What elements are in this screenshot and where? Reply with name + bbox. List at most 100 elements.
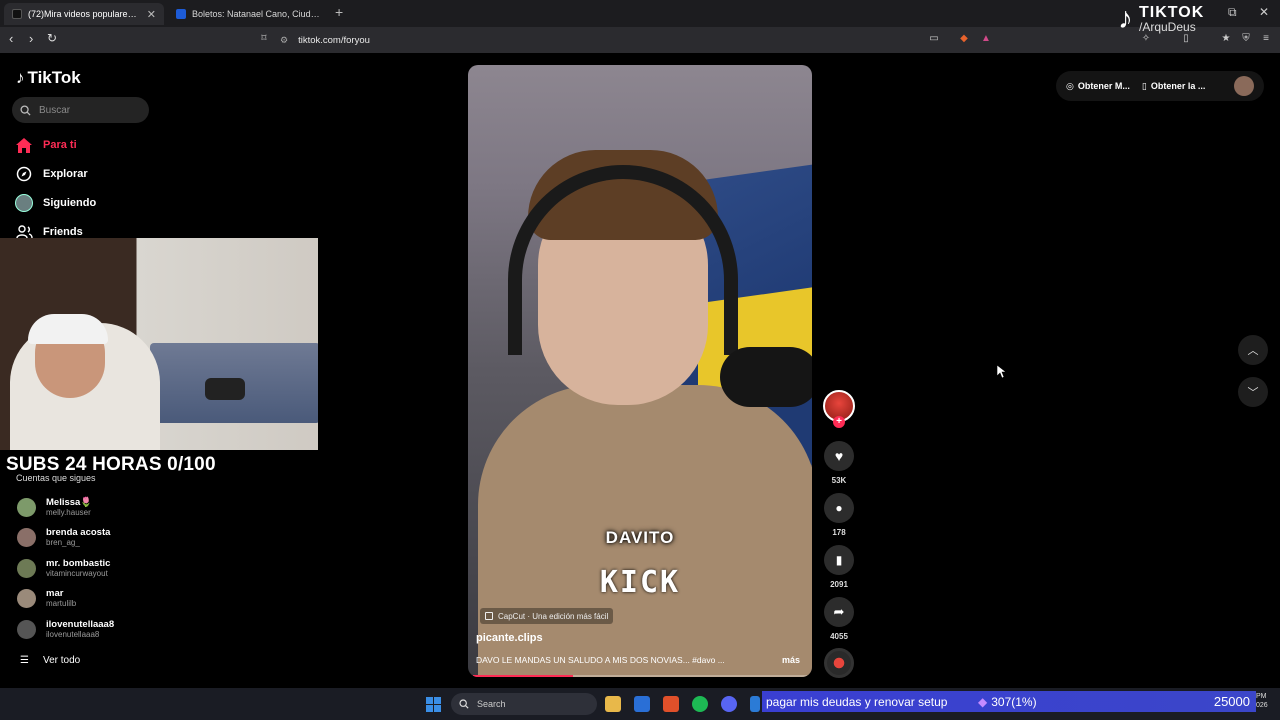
- cast-icon[interactable]: ▭: [928, 33, 940, 45]
- next-video-button[interactable]: ﹀: [1238, 377, 1268, 407]
- account-handle: melly.hauser: [46, 508, 91, 517]
- search-input[interactable]: Buscar: [12, 97, 149, 123]
- reload-icon[interactable]: ↻: [47, 31, 57, 45]
- see-all-label: Ver todo: [42, 655, 81, 666]
- word-icon[interactable]: [750, 696, 760, 712]
- account-handle: vitamincurwayout: [46, 569, 108, 578]
- music-disc-icon[interactable]: [824, 648, 854, 678]
- avatar: [17, 619, 36, 639]
- following-account[interactable]: brenda acosta bren_ag_: [17, 527, 110, 547]
- share-button[interactable]: ➦: [824, 597, 854, 627]
- nav-explorar[interactable]: Explorar: [15, 165, 88, 183]
- following-header: Cuentas que sigues: [16, 473, 96, 483]
- close-window-icon[interactable]: ✕: [1259, 5, 1269, 19]
- back-icon[interactable]: ‹: [9, 31, 13, 46]
- ticket-favicon-icon: [176, 9, 186, 19]
- video-caption-bottom: KICK: [599, 565, 681, 600]
- overlay-handle: /ArquDeus: [1139, 20, 1196, 34]
- account-handle: martulilb: [46, 599, 77, 608]
- profile-avatar[interactable]: [1234, 76, 1254, 96]
- new-tab-icon[interactable]: +: [335, 4, 343, 20]
- avatar: [17, 527, 36, 547]
- sidebar-icon[interactable]: ▯: [1180, 33, 1192, 45]
- comment-count: 178: [832, 528, 846, 537]
- browser-tab-boletos[interactable]: Boletos: Natanael Cano, Ciudad de M: [168, 3, 328, 25]
- menu-icon[interactable]: ≡: [1260, 33, 1272, 45]
- video-progress-bar[interactable]: [473, 675, 807, 677]
- get-app-button[interactable]: ▯ Obtener la ...: [1142, 81, 1205, 92]
- video-player[interactable]: DAVITO KICK CapCut · Una edición más fác…: [468, 65, 812, 677]
- restore-window-icon[interactable]: ⧉: [1228, 5, 1237, 20]
- tiktok-logo[interactable]: ♪ TikTok: [16, 68, 81, 88]
- like-action: ♥ 53K: [823, 441, 855, 485]
- discord-icon[interactable]: [721, 696, 737, 712]
- get-coins-button[interactable]: ◎ Obtener M...: [1066, 81, 1130, 92]
- extensions-icon[interactable]: ✧: [1140, 33, 1152, 45]
- search-placeholder: Buscar: [39, 104, 71, 116]
- tiktok-note-icon: ♪: [16, 68, 25, 87]
- see-all-button[interactable]: ☰ Ver todo: [20, 655, 80, 666]
- url-text: tiktok.com/foryou: [298, 34, 370, 46]
- vpn-icon[interactable]: ⛨: [1240, 33, 1252, 45]
- following-account[interactable]: Melissa🌷 melly.hauser: [17, 497, 92, 517]
- forward-icon[interactable]: ›: [29, 31, 33, 46]
- like-button[interactable]: ♥: [824, 441, 854, 471]
- brave-rewards-icon[interactable]: ▲: [980, 33, 992, 45]
- video-progress-fill: [473, 675, 574, 677]
- wallet-icon[interactable]: ★: [1220, 33, 1232, 45]
- nav-label: Para ti: [43, 139, 77, 151]
- nav-siguiendo[interactable]: Siguiendo: [15, 194, 96, 212]
- comment-icon: ●: [835, 501, 843, 515]
- home-icon: [15, 136, 33, 154]
- comment-button[interactable]: ●: [824, 493, 854, 523]
- account-name: ilovenutellaaa8: [46, 619, 115, 630]
- nav-para-ti[interactable]: Para ti: [15, 136, 77, 154]
- get-app-label: Obtener la ...: [1150, 81, 1206, 91]
- taskbar-search-label: Search: [477, 699, 506, 709]
- following-account[interactable]: mr. bombastic vitamincurwayout: [17, 558, 110, 578]
- heart-icon: ♥: [834, 448, 844, 464]
- webcam-microphone: [205, 378, 245, 400]
- capcut-link[interactable]: CapCut · Una edición más fácil: [480, 608, 614, 624]
- video-author[interactable]: picante.clips: [476, 632, 543, 644]
- top-right-bar: ◎ Obtener M... ▯ Obtener la ...: [1056, 71, 1264, 101]
- tiktok-note-icon: ♪: [1118, 2, 1133, 35]
- site-info-icon[interactable]: ⚙: [280, 35, 288, 46]
- get-coins-label: Obtener M...: [1077, 81, 1130, 91]
- save-button[interactable]: ▮: [824, 545, 854, 575]
- system-clock[interactable]: PM 026: [1256, 692, 1268, 710]
- share-arrow-icon: ➦: [833, 604, 845, 619]
- account-handle: ilovenutellaaa8: [46, 630, 100, 639]
- more-button[interactable]: más: [782, 655, 800, 665]
- file-explorer-icon[interactable]: [605, 696, 621, 712]
- video-description: DAVO LE MANDAS UN SALUDO A MIS DOS NOVIA…: [476, 655, 725, 665]
- brave-shield-icon[interactable]: ◆: [958, 33, 970, 45]
- video-caption-top: DAVITO: [605, 528, 675, 547]
- donation-goal-bar: pagar mis deudas y renovar setup ◆ 307(1…: [762, 691, 1256, 712]
- windows-start-icon[interactable]: [426, 697, 441, 712]
- follow-plus-icon[interactable]: +: [833, 416, 845, 428]
- gem-icon: ◆: [978, 694, 988, 709]
- address-bar[interactable]: ⚙ tiktok.com/foryou: [280, 30, 1000, 50]
- account-name: mar: [46, 588, 64, 599]
- account-handle: bren_ag_: [46, 538, 80, 547]
- overlay-brand: TIKTOK: [1139, 4, 1205, 21]
- previous-video-button[interactable]: ︿: [1238, 335, 1268, 365]
- nav-label: Friends: [43, 226, 83, 238]
- browser-tab-tiktok[interactable]: (72)Mira videos populares se ✕: [4, 3, 164, 25]
- bookmark-icon[interactable]: ⌑: [258, 33, 270, 45]
- comment-action: ● 178: [823, 493, 855, 537]
- chevron-down-icon: ﹀: [1247, 387, 1259, 399]
- avatar: [17, 497, 36, 517]
- close-tab-icon[interactable]: ✕: [147, 8, 156, 21]
- logo-text: TikTok: [27, 68, 81, 87]
- taskbar-search[interactable]: Search: [451, 693, 597, 715]
- store-icon[interactable]: [634, 696, 650, 712]
- chevron-up-icon: ︿: [1247, 345, 1259, 357]
- goal-target: 25000: [1213, 694, 1250, 709]
- brave-browser-icon[interactable]: [663, 696, 679, 712]
- spotify-icon[interactable]: [692, 696, 708, 712]
- capcut-icon: [485, 612, 493, 620]
- following-account[interactable]: mar martulilb: [17, 588, 76, 608]
- following-account[interactable]: ilovenutellaaa8 ilovenutellaaa8: [17, 619, 114, 639]
